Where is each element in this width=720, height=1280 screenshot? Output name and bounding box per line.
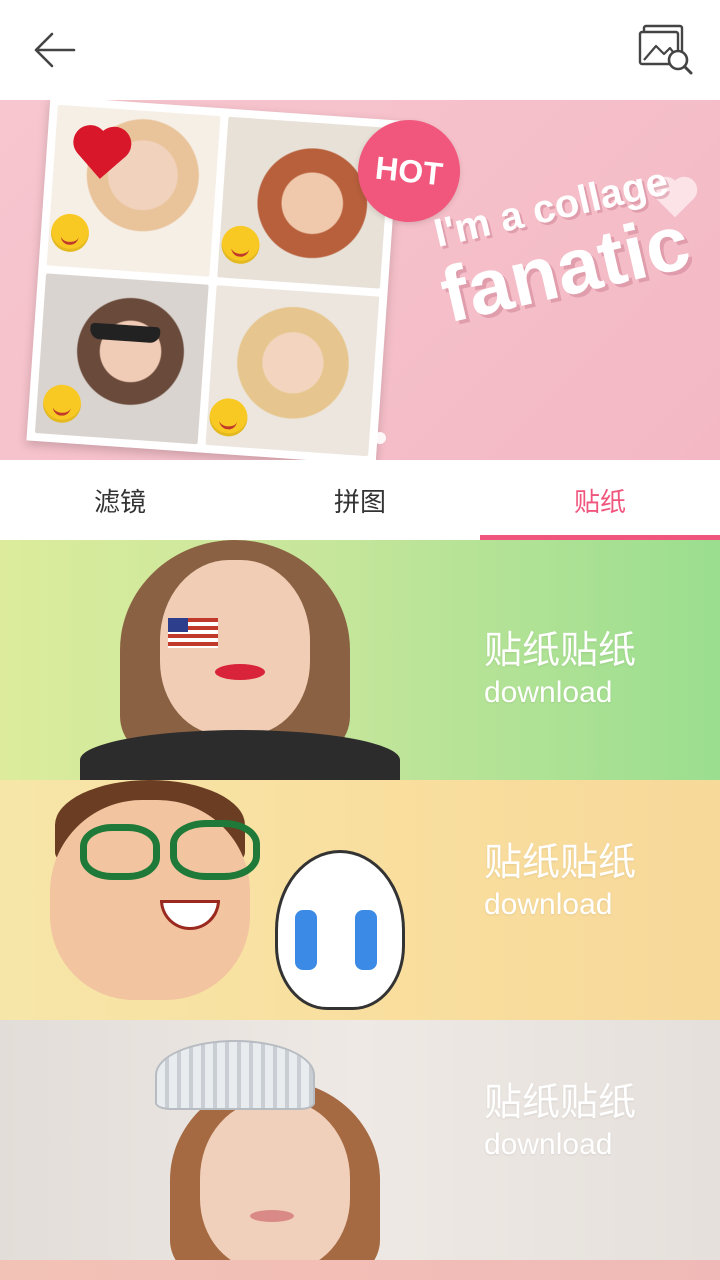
banner-page-indicator [374,432,386,444]
tab-filter[interactable]: 滤镜 [0,460,240,540]
sticker-pack-card[interactable]: 贴纸贴纸 download [0,1020,720,1260]
card-illustration [60,1020,440,1260]
card-title: 贴纸贴纸 [484,628,637,672]
collage-photo [217,116,392,289]
smile-emoji-icon [208,396,249,438]
card-title: 贴纸贴纸 [484,840,637,884]
card-download-label: download [484,1128,613,1161]
kiss-emoji-icon [41,382,83,424]
category-tabs: 滤镜 拼图 贴纸 [0,460,720,540]
image-search-icon [638,24,693,75]
smile-emoji-icon [49,212,91,254]
back-button[interactable] [22,22,86,78]
gallery-search-button[interactable] [634,20,698,80]
collage-photo [46,104,221,277]
card-download-label: download [484,888,613,921]
card-download-label: download [484,676,613,709]
sunglasses-sticker-icon [89,322,161,343]
heart-sticker-icon [77,130,126,179]
sticker-pack-card[interactable]: 贴纸贴纸 download [0,540,720,780]
collage-photo [34,272,209,445]
blush-emoji-icon [220,224,261,266]
top-bar [0,0,720,100]
sticker-pack-card[interactable] [0,1260,720,1280]
hot-badge-label: HOT [373,149,445,192]
crown-sticker-icon [155,1040,315,1110]
arrow-left-icon [34,32,76,68]
card-illustration [60,540,440,780]
flag-sticker-icon [168,618,218,648]
collage-photo [205,284,380,457]
collage-preview [26,100,400,460]
tab-collage[interactable]: 拼图 [240,460,480,540]
sticker-pack-card[interactable]: 贴纸贴纸 download [0,780,720,1020]
promo-banner[interactable]: HOT I'm a collage fanatic [0,100,720,460]
glasses-sticker-icon [80,824,160,880]
card-title: 贴纸贴纸 [484,1080,637,1124]
tab-sticker[interactable]: 贴纸 [480,460,720,540]
card-illustration [50,780,440,1020]
